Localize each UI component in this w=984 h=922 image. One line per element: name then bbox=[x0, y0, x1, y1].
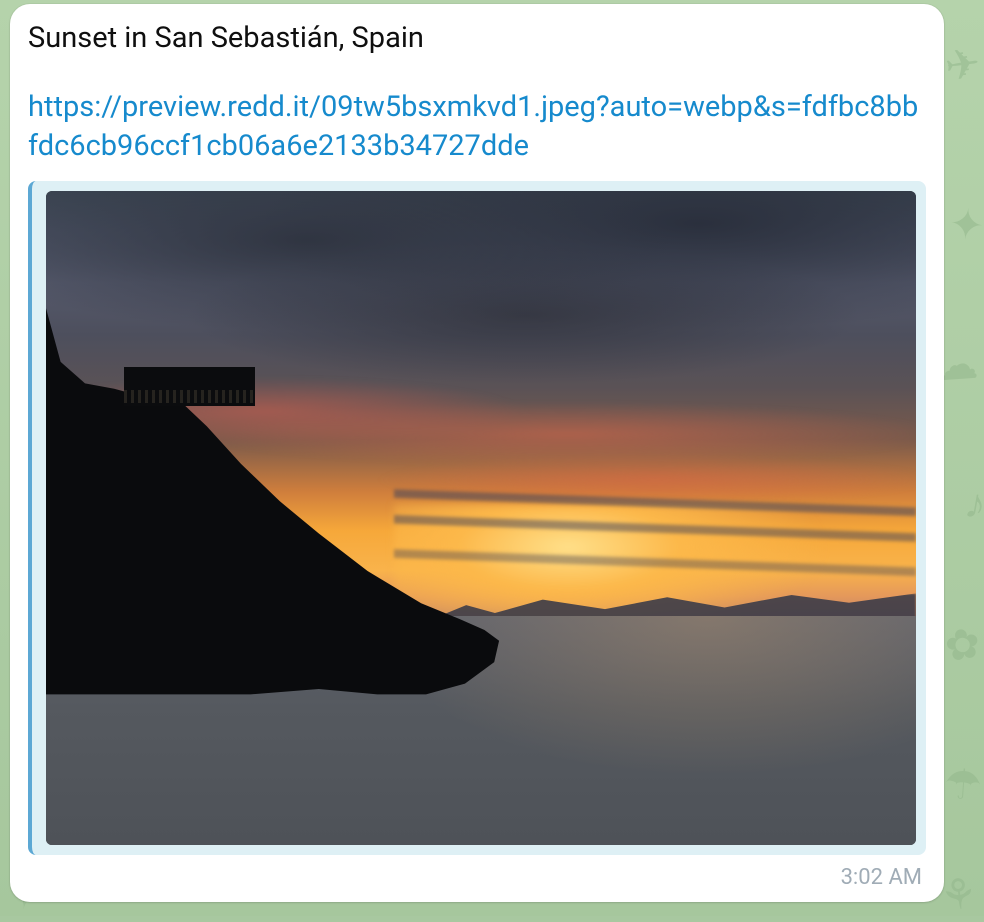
post-link[interactable]: https://preview.redd.it/09tw5bsxmkvd1.jp… bbox=[28, 88, 926, 166]
post-title: Sunset in San Sebastián, Spain bbox=[28, 20, 926, 56]
link-preview-card bbox=[28, 181, 926, 855]
preview-image[interactable] bbox=[46, 191, 916, 845]
message-bubble: Sunset in San Sebastián, Spain https://p… bbox=[10, 4, 944, 902]
message-timestamp: 3:02 AM bbox=[28, 855, 926, 890]
building-lights bbox=[124, 390, 255, 403]
